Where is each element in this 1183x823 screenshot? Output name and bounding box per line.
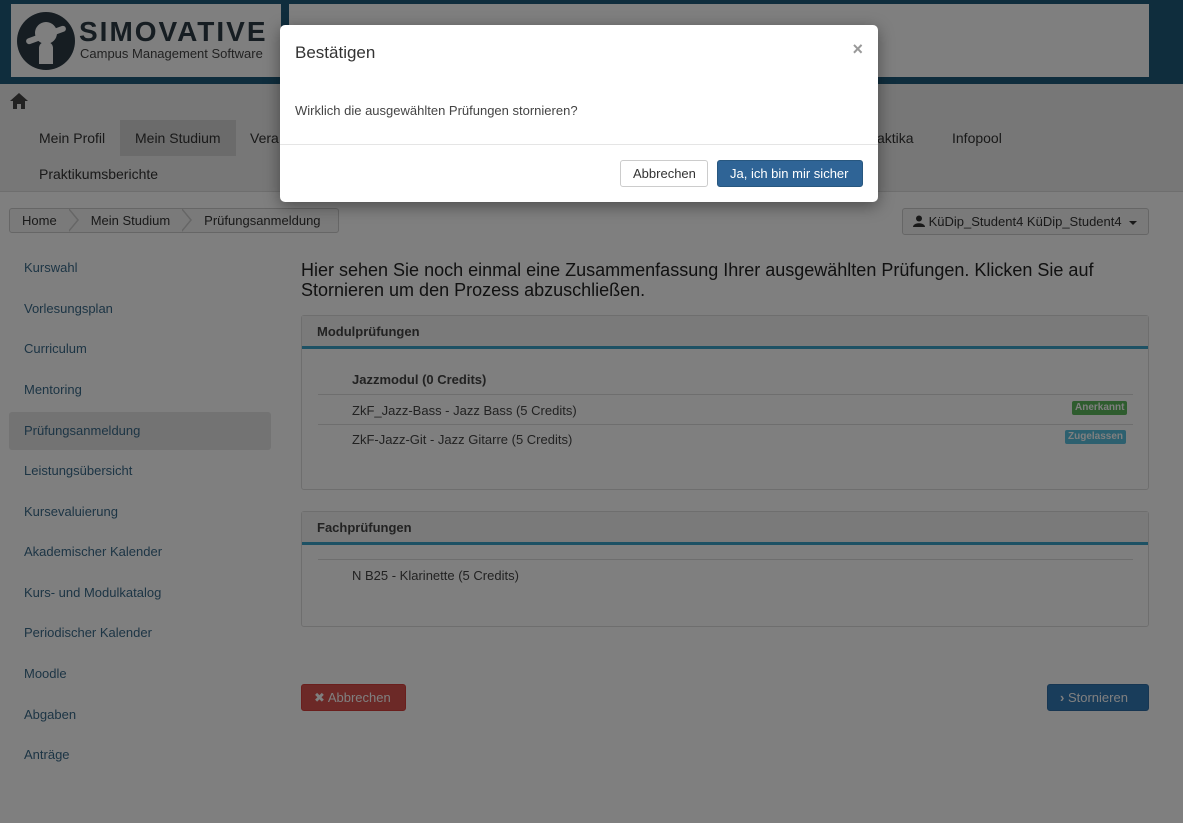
dialog-footer-divider <box>280 144 878 145</box>
close-icon[interactable]: × <box>852 39 863 60</box>
confirm-dialog: Bestätigen × Wirklich die ausgewählten P… <box>280 25 878 202</box>
dialog-message: Wirklich die ausgewählten Prüfungen stor… <box>295 103 578 118</box>
dialog-title: Bestätigen <box>295 43 376 62</box>
dialog-confirm-button[interactable]: Ja, ich bin mir sicher <box>717 160 863 187</box>
dialog-header-divider <box>280 83 878 84</box>
dialog-cancel-button[interactable]: Abbrechen <box>620 160 708 187</box>
